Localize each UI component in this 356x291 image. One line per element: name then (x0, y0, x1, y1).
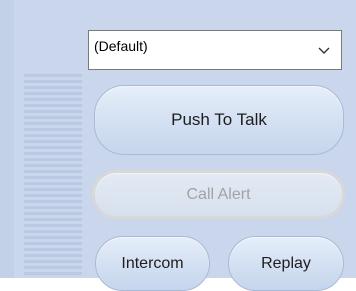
replay-label: Replay (261, 254, 311, 272)
panel-left-edge (0, 0, 14, 278)
intercom-button[interactable]: Intercom (95, 236, 210, 291)
push-to-talk-label: Push To Talk (171, 110, 267, 129)
audio-level-meter (24, 74, 82, 276)
call-alert-label: Call Alert (186, 185, 251, 203)
push-to-talk-button[interactable]: Push To Talk (94, 85, 344, 155)
call-alert-button[interactable]: Call Alert (92, 170, 345, 219)
device-select[interactable]: (Default) (88, 30, 342, 70)
device-select-value: (Default) (94, 38, 148, 54)
replay-button[interactable]: Replay (228, 236, 344, 291)
intercom-label: Intercom (121, 254, 184, 272)
chevron-down-icon (318, 47, 330, 54)
